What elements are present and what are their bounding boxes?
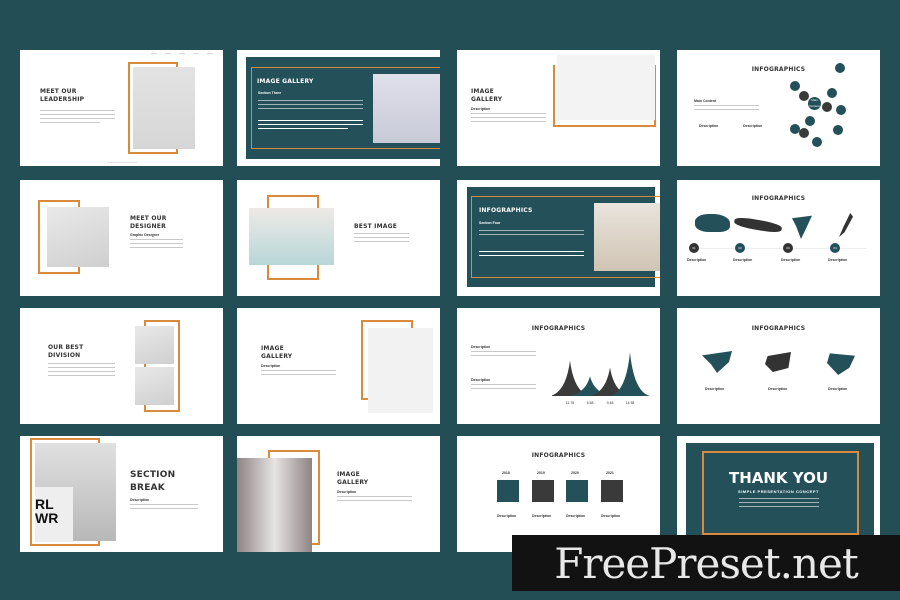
slide-subtitle: Section Three [258, 91, 282, 95]
slide-meet-designer[interactable]: MEET OUR DESIGNER Graphic Designer [20, 180, 223, 296]
map-japan [839, 213, 853, 237]
slide-nav [151, 53, 213, 54]
slide-subtitle: Description [471, 107, 491, 111]
slide-best-division[interactable]: OUR BEST DIVISION [20, 308, 223, 424]
slide-title: IMAGE GALLERY [471, 88, 503, 103]
photo-man-coat [47, 207, 109, 267]
photo-woman-headscarf [373, 74, 440, 143]
peak-label: 14.58 [626, 401, 635, 405]
photo-woman-white-dress [368, 328, 433, 413]
slide-best-image[interactable]: BEST IMAGE [237, 180, 440, 296]
slide-title: IMAGE GALLERY [337, 471, 369, 486]
slide-title: MEET OUR LEADERSHIP [40, 88, 85, 103]
slide-title: INFOGRAPHICS [751, 66, 806, 73]
map-europe [765, 352, 791, 372]
slide-title: MEET OUR DESIGNER [130, 215, 167, 230]
slide-image-gallery-3[interactable]: IMAGE GALLERY Description [237, 436, 440, 552]
slide-title: INFOGRAPHICS [751, 195, 806, 202]
map-india [792, 215, 812, 239]
slide-section-break[interactable]: RL WR SECTION BREAK Description [20, 436, 223, 552]
slide-infographics-maps-world[interactable]: INFOGRAPHICS Description Description Descr… [677, 308, 880, 424]
chart-icon-box [601, 480, 623, 502]
peak-label: 11.78 [566, 401, 575, 405]
peak-label: 9.48 [607, 401, 614, 405]
map-north-america [702, 351, 732, 373]
slide-title: IMAGE GALLERY [257, 78, 314, 85]
chat-icon-box [566, 480, 588, 502]
photo-woman-top [135, 326, 174, 364]
slide-meet-leadership[interactable]: MEET OUR LEADERSHIP [20, 50, 223, 166]
slide-title: SECTION BREAK [130, 470, 176, 493]
map-indonesia [733, 215, 783, 235]
briefcase-icon-box [532, 480, 554, 502]
photo-bride-window [237, 458, 312, 552]
photo-woman-bottom [135, 367, 174, 405]
slide-title: BEST IMAGE [354, 223, 398, 230]
photo-beach-woman [249, 208, 334, 265]
slide-infographics-chart[interactable]: INFOGRAPHICS Description Description 11.… [457, 308, 660, 424]
photo-blonde-woman [557, 55, 655, 120]
slide-title: IMAGE GALLERY [261, 345, 293, 360]
user-icon-box [497, 480, 519, 502]
slide-image-gallery-teal[interactable]: IMAGE GALLERY Section Three [237, 50, 440, 166]
slide-subtitle: SIMPLE PRESENTATION CONCEPT [738, 489, 819, 494]
sign-logo: RL WR [35, 487, 73, 542]
slide-title: INFOGRAPHICS [751, 325, 806, 332]
watermark-freepreset: FreePreset.net [512, 535, 900, 591]
slide-image-gallery-2[interactable]: IMAGE GALLERY Description [237, 308, 440, 424]
slide-image-gallery-1[interactable]: IMAGE GALLERY Description [457, 50, 660, 166]
slide-title: INFOGRAPHICS [531, 325, 586, 332]
peak-label: 6.58 [587, 401, 594, 405]
center-node: Main Content [808, 97, 821, 110]
map-asia [827, 353, 855, 375]
slide-infographics-maps-asia[interactable]: INFOGRAPHICS 01 02 03 04 Description Desc… [677, 180, 880, 296]
slide-title: OUR BEST DIVISION [48, 344, 84, 359]
slide-title: THANK YOU [728, 469, 829, 487]
peak-chart: 11.78 6.58 9.48 14.58 [552, 352, 650, 405]
photo-woman-selfie [133, 67, 195, 149]
slide-title: INFOGRAPHICS [531, 452, 586, 459]
map-china [695, 214, 730, 232]
photo-woman-laptop [594, 203, 660, 271]
slide-title: INFOGRAPHICS [479, 207, 533, 214]
slide-infographics-network[interactable]: INFOGRAPHICS Main Content Description Des… [677, 50, 880, 166]
slide-infographics-teal[interactable]: INFOGRAPHICS Section Four [457, 180, 660, 296]
